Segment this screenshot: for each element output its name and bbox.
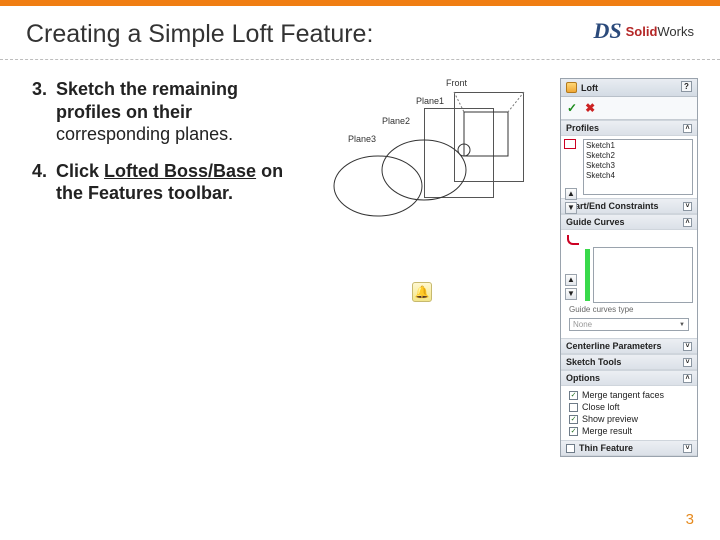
- brand-logo: DS SolidWorks: [593, 20, 694, 42]
- logo-works: Works: [657, 24, 694, 39]
- chevron-icon[interactable]: ˄: [683, 374, 692, 383]
- logo-solid: Solid: [626, 24, 658, 39]
- section-options-header[interactable]: Options ˄: [561, 370, 697, 386]
- option-close-loft[interactable]: Close loft: [565, 401, 693, 413]
- header: Creating a Simple Loft Feature: DS Solid…: [0, 6, 720, 49]
- chevron-icon[interactable]: ˄: [683, 218, 692, 227]
- chevron-icon[interactable]: ˄: [683, 124, 692, 133]
- checkbox[interactable]: ✓: [569, 427, 578, 436]
- move-down-button[interactable]: ▼: [565, 202, 577, 214]
- checkbox[interactable]: ✓: [569, 391, 578, 400]
- guide-curve-icon: [567, 235, 579, 245]
- property-manager: Loft ? ✓ ✖ Profiles ˄ ▲ ▼ Sketch1 Sketch…: [560, 78, 698, 457]
- profile-icon: [564, 139, 576, 149]
- cancel-button[interactable]: ✖: [585, 101, 595, 115]
- sketch-wires: [316, 78, 546, 238]
- option-merge-tangent[interactable]: ✓ Merge tangent faces: [565, 389, 693, 401]
- guide-type-select[interactable]: None ▼: [569, 318, 689, 331]
- section-sketchtools-header[interactable]: Sketch Tools ˅: [561, 354, 697, 370]
- option-merge-result[interactable]: ✓ Merge result: [565, 425, 693, 437]
- chevron-icon[interactable]: ˅: [683, 444, 692, 453]
- instruction-list: Sketch the remaining profiles on their c…: [20, 78, 302, 205]
- graphics-viewport[interactable]: Front Plane1 Plane2 Plane3: [316, 78, 546, 238]
- section-startend-header[interactable]: Start/End Constraints ˅: [561, 198, 697, 214]
- guide-type-label: Guide curves type: [565, 303, 693, 316]
- pm-title-bar[interactable]: Loft ?: [561, 79, 697, 97]
- option-show-preview[interactable]: ✓ Show preview: [565, 413, 693, 425]
- section-centerline-header[interactable]: Centerline Parameters ˅: [561, 338, 697, 354]
- page-title: Creating a Simple Loft Feature:: [26, 20, 373, 49]
- step-3: Sketch the remaining profiles on their c…: [52, 78, 302, 146]
- list-item[interactable]: Sketch2: [586, 151, 690, 161]
- profiles-listbox[interactable]: Sketch1 Sketch2 Sketch3 Sketch4: [583, 139, 693, 195]
- chevron-icon[interactable]: ˅: [683, 358, 692, 367]
- move-up-button[interactable]: ▲: [565, 188, 577, 200]
- section-guidecurves-header[interactable]: Guide Curves ˄: [561, 214, 697, 230]
- checkbox[interactable]: [569, 403, 578, 412]
- pm-title: Loft: [581, 83, 598, 93]
- alert-bell-icon[interactable]: 🔔: [412, 282, 432, 302]
- dropdown-arrow-icon: ▼: [679, 322, 685, 328]
- list-item[interactable]: Sketch1: [586, 141, 690, 151]
- help-button[interactable]: ?: [681, 81, 692, 92]
- guide-color-swatch: [585, 249, 590, 301]
- step-4: Click Lofted Boss/Base on the Features t…: [52, 160, 302, 205]
- guidecurves-listbox[interactable]: [593, 247, 693, 303]
- chevron-icon[interactable]: ˅: [683, 342, 692, 351]
- section-profiles-header[interactable]: Profiles ˄: [561, 120, 697, 136]
- checkbox[interactable]: ✓: [569, 415, 578, 424]
- logo-ds: DS: [593, 20, 621, 42]
- checkbox[interactable]: [566, 444, 575, 453]
- ok-button[interactable]: ✓: [567, 101, 577, 115]
- list-item[interactable]: Sketch4: [586, 171, 690, 181]
- loft-icon: [566, 82, 577, 93]
- page-number: 3: [686, 511, 694, 528]
- list-item[interactable]: Sketch3: [586, 161, 690, 171]
- section-thin-feature[interactable]: Thin Feature ˅: [561, 440, 697, 456]
- chevron-icon[interactable]: ˅: [683, 202, 692, 211]
